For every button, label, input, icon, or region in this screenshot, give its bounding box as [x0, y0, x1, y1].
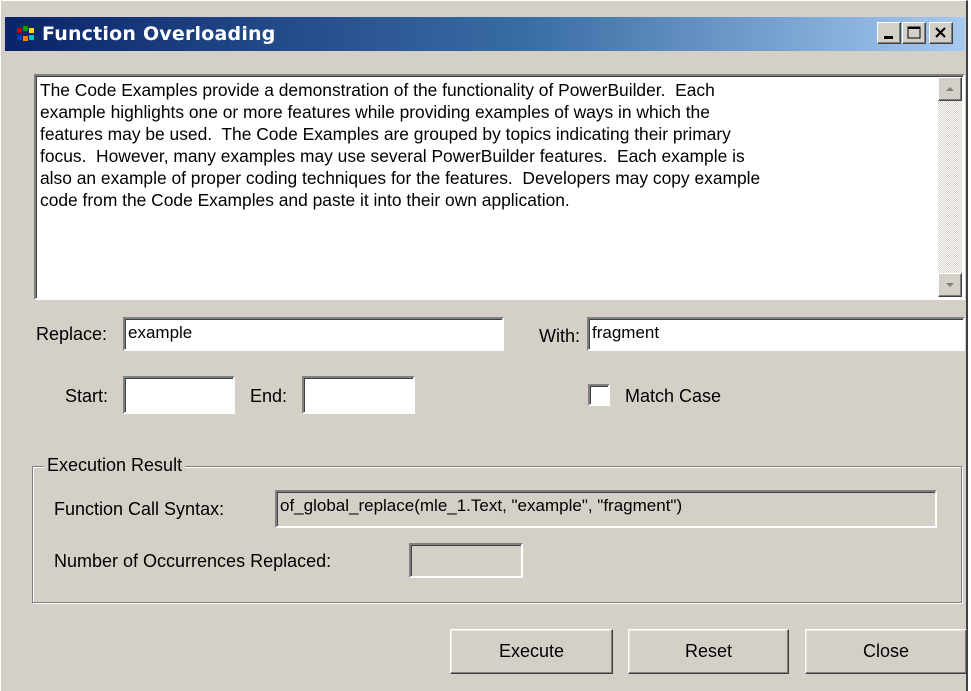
- function-call-syntax-value: of_global_replace(mle_1.Text, "example",…: [280, 496, 683, 515]
- description-text: The Code Examples provide a demonstratio…: [40, 80, 761, 210]
- match-case-label[interactable]: Match Case: [625, 385, 721, 407]
- replace-label: Replace:: [36, 324, 108, 344]
- replace-input-value: example: [128, 323, 193, 342]
- occurrences-replaced-label: Number of Occurrences Replaced:: [54, 551, 332, 571]
- function-call-syntax-field: of_global_replace(mle_1.Text, "example",…: [275, 490, 937, 528]
- window-title: Function Overloading: [42, 23, 276, 45]
- replace-input[interactable]: example: [123, 317, 504, 351]
- start-input[interactable]: [123, 376, 235, 414]
- app-icon: [17, 26, 34, 41]
- scroll-up-button[interactable]: [938, 77, 962, 101]
- minimize-button[interactable]: [877, 22, 901, 44]
- start-label: Start:: [65, 386, 109, 406]
- dialog-window: Function Overloading The Code Examples p…: [0, 0, 968, 691]
- occurrences-replaced-field: [409, 543, 523, 578]
- execution-result-group: [32, 466, 962, 603]
- close-icon: [935, 27, 946, 38]
- close-window-button[interactable]: [929, 22, 953, 44]
- title-bar[interactable]: Function Overloading: [5, 17, 965, 51]
- end-input[interactable]: [302, 376, 415, 414]
- maximize-icon: [907, 26, 921, 39]
- execute-button[interactable]: Execute: [450, 629, 613, 674]
- description-textarea[interactable]: The Code Examples provide a demonstratio…: [34, 74, 965, 300]
- vertical-scrollbar[interactable]: [938, 77, 962, 297]
- scroll-down-button[interactable]: [938, 273, 962, 297]
- reset-button[interactable]: Reset: [628, 629, 789, 674]
- end-label: End:: [250, 386, 288, 406]
- match-case-checkbox[interactable]: [588, 384, 610, 406]
- arrow-up-icon: [946, 87, 954, 91]
- with-input[interactable]: fragment: [587, 317, 965, 351]
- with-label: With:: [539, 326, 581, 346]
- maximize-button[interactable]: [902, 22, 926, 44]
- execution-result-label: Execution Result: [44, 453, 186, 477]
- arrow-down-icon: [946, 283, 954, 287]
- minimize-icon: [884, 36, 893, 39]
- close-button[interactable]: Close: [805, 629, 967, 674]
- with-input-value: fragment: [592, 323, 660, 342]
- function-call-syntax-label: Function Call Syntax:: [54, 499, 225, 519]
